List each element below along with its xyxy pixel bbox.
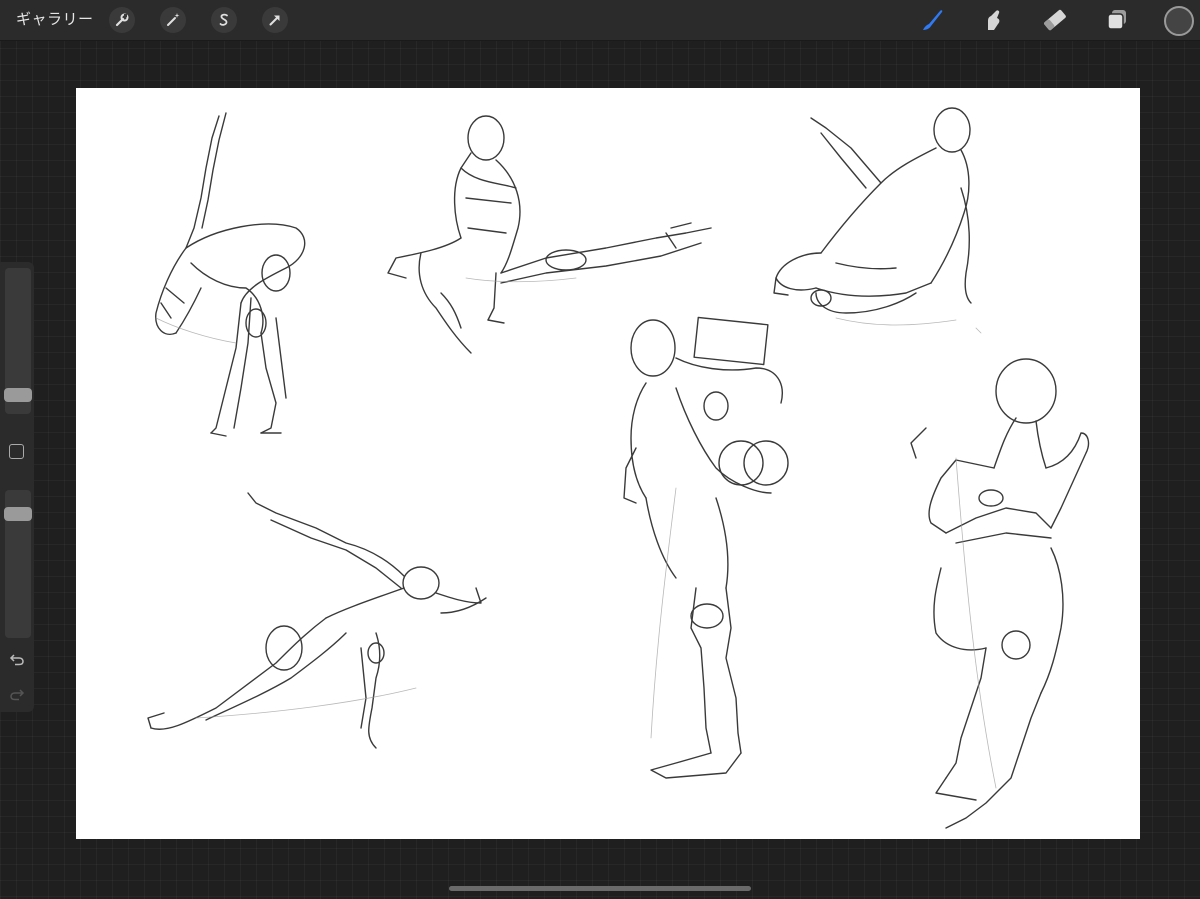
sketch-figure-backbend	[155, 112, 306, 437]
eraser-tool-button[interactable]	[1040, 5, 1070, 35]
sketch-figure-lunge	[147, 492, 487, 749]
adjustments-wand-icon[interactable]	[160, 7, 186, 33]
left-sidebar	[0, 262, 34, 712]
selection-s-icon[interactable]	[211, 7, 237, 33]
layers-icon	[1107, 10, 1126, 30]
transform-arrow-icon[interactable]	[262, 7, 288, 33]
modify-button[interactable]	[9, 444, 24, 459]
opacity-slider[interactable]	[4, 490, 32, 638]
gallery-button[interactable]: ギャラリー	[16, 0, 94, 40]
opacity-thumb[interactable]	[4, 507, 32, 521]
sketch-layer	[147, 107, 1090, 829]
smudge-tool-button[interactable]	[978, 5, 1008, 35]
sketch-figure-knee-raise	[910, 358, 1090, 829]
redo-icon[interactable]	[9, 687, 25, 701]
magic-wand-icon	[167, 13, 180, 26]
sketch-figure-kneeling	[773, 107, 972, 314]
sketch-figure-high-knee	[623, 316, 789, 779]
smudge-icon	[988, 10, 1000, 30]
layers-button[interactable]	[1102, 5, 1132, 35]
brush-size-thumb[interactable]	[4, 388, 32, 402]
undo-icon[interactable]	[9, 652, 25, 666]
brush-icon	[923, 10, 943, 30]
wrench-icon	[115, 13, 129, 27]
brush-tool-button[interactable]	[917, 5, 947, 35]
eraser-icon	[1044, 9, 1066, 31]
selection-icon	[219, 13, 228, 26]
drawing-canvas[interactable]	[76, 88, 1140, 839]
top-toolbar: ギャラリー	[0, 0, 1200, 41]
brush-size-slider[interactable]	[4, 268, 32, 414]
arrow-icon	[269, 15, 280, 26]
sketch-figure-leg-extension	[387, 115, 712, 354]
actions-wrench-icon[interactable]	[109, 7, 135, 33]
home-indicator	[449, 886, 751, 891]
color-picker-button[interactable]	[1164, 6, 1194, 36]
